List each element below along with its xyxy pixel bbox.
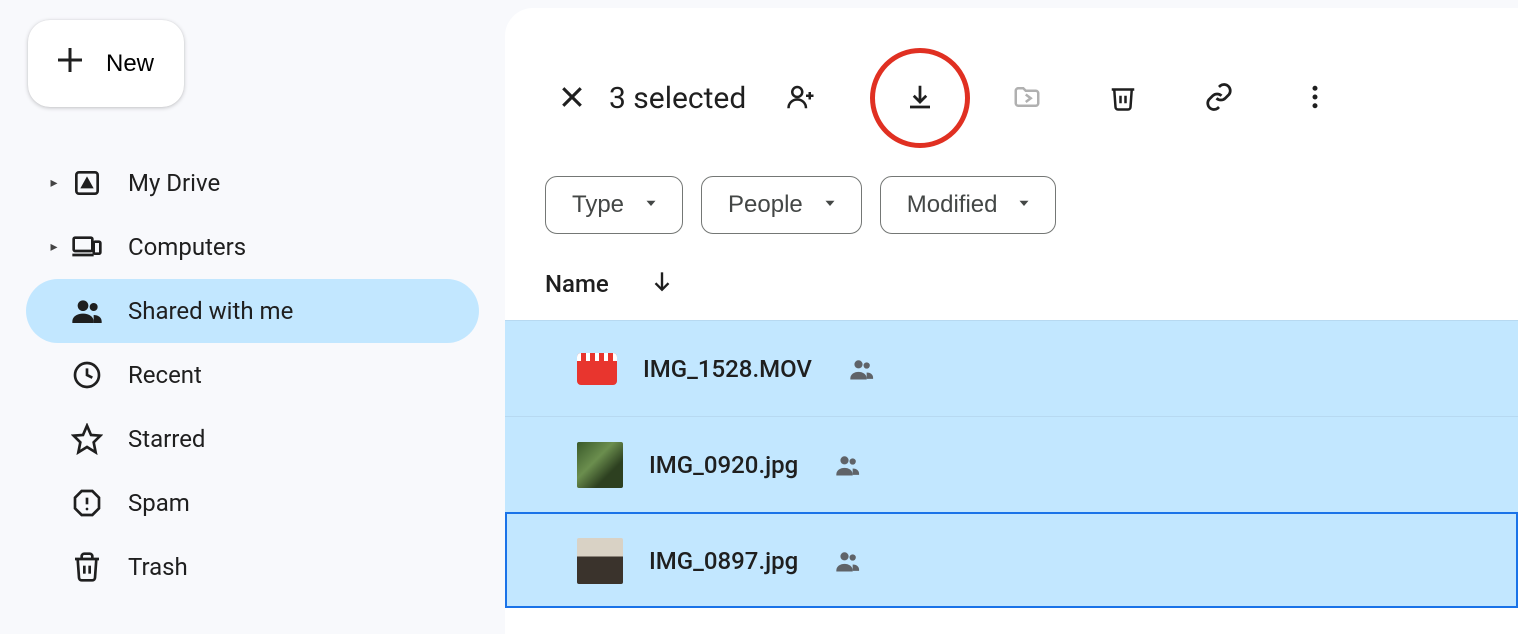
- file-name: IMG_0920.jpg: [649, 451, 798, 479]
- caret-down-icon: [1015, 191, 1033, 219]
- star-icon: [70, 422, 104, 456]
- caret-down-icon: [642, 191, 660, 219]
- sidebar-item-label: Starred: [128, 425, 205, 453]
- selection-toolbar: 3 selected: [505, 48, 1518, 176]
- file-name: IMG_0897.jpg: [649, 547, 798, 575]
- sidebar-item-recent[interactable]: Recent: [26, 343, 479, 407]
- filter-modified[interactable]: Modified: [880, 176, 1057, 234]
- clock-icon: [70, 358, 104, 392]
- sidebar-item-label: My Drive: [128, 169, 220, 197]
- file-row[interactable]: IMG_1528.MOV: [505, 320, 1518, 416]
- caret-right-icon: ▸: [44, 239, 64, 255]
- caret-right-icon: ▸: [44, 175, 64, 191]
- share-button[interactable]: [774, 71, 828, 125]
- close-icon: [557, 82, 587, 115]
- filter-label: Modified: [907, 191, 998, 219]
- sidebar-item-trash[interactable]: Trash: [26, 535, 479, 599]
- filter-bar: Type People Modified: [505, 176, 1518, 268]
- image-thumbnail-icon: [577, 442, 623, 488]
- sidebar-item-shared-with-me[interactable]: Shared with me: [26, 279, 479, 343]
- download-icon: [905, 82, 935, 115]
- sidebar-item-spam[interactable]: Spam: [26, 471, 479, 535]
- selection-count-label: 3 selected: [609, 81, 746, 116]
- move-button[interactable]: [1000, 71, 1054, 125]
- filter-label: People: [728, 191, 803, 219]
- caret-down-icon: [821, 191, 839, 219]
- spam-icon: [70, 486, 104, 520]
- sidebar-item-my-drive[interactable]: ▸ My Drive: [26, 151, 479, 215]
- video-file-icon: [577, 353, 617, 385]
- devices-icon: [70, 230, 104, 264]
- sidebar-item-label: Shared with me: [128, 297, 293, 325]
- folder-move-icon: [1012, 82, 1042, 115]
- trash-icon: [1108, 82, 1138, 115]
- arrow-down-icon: [649, 272, 675, 300]
- shared-icon: [848, 355, 876, 383]
- shared-icon: [834, 451, 862, 479]
- file-row[interactable]: IMG_0920.jpg: [505, 416, 1518, 512]
- sidebar-item-starred[interactable]: Starred: [26, 407, 479, 471]
- file-row[interactable]: IMG_0897.jpg: [505, 512, 1518, 608]
- more-actions-button[interactable]: [1288, 71, 1342, 125]
- sidebar: New ▸ My Drive ▸ Computers Shared with m…: [0, 0, 505, 634]
- person-add-icon: [786, 82, 816, 115]
- list-header: Name: [505, 268, 1518, 320]
- file-list: IMG_1528.MOV IMG_0920.jpg IMG_0897.jpg: [505, 320, 1518, 634]
- filter-people[interactable]: People: [701, 176, 862, 234]
- link-icon: [1204, 82, 1234, 115]
- file-name: IMG_1528.MOV: [643, 355, 812, 383]
- trash-icon: [70, 550, 104, 584]
- main-panel: 3 selected: [505, 8, 1518, 634]
- plus-icon: [52, 42, 88, 85]
- get-link-button[interactable]: [1192, 71, 1246, 125]
- shared-icon: [834, 547, 862, 575]
- delete-button[interactable]: [1096, 71, 1150, 125]
- download-highlight: [870, 48, 970, 148]
- sidebar-item-label: Computers: [128, 233, 246, 261]
- clear-selection-button[interactable]: [545, 71, 599, 125]
- filter-type[interactable]: Type: [545, 176, 683, 234]
- more-vertical-icon: [1300, 82, 1330, 115]
- sidebar-nav: ▸ My Drive ▸ Computers Shared with me: [26, 151, 495, 599]
- image-thumbnail-icon: [577, 538, 623, 584]
- column-header-name[interactable]: Name: [545, 270, 609, 298]
- new-button[interactable]: New: [28, 20, 184, 107]
- sort-direction-button[interactable]: [649, 268, 675, 300]
- sidebar-item-computers[interactable]: ▸ Computers: [26, 215, 479, 279]
- sidebar-item-label: Spam: [128, 489, 190, 517]
- download-button[interactable]: [893, 71, 947, 125]
- drive-icon: [70, 166, 104, 200]
- sidebar-item-label: Recent: [128, 361, 202, 389]
- sidebar-item-label: Trash: [128, 553, 188, 581]
- filter-label: Type: [572, 191, 624, 219]
- people-icon: [70, 294, 104, 328]
- new-button-label: New: [106, 50, 154, 78]
